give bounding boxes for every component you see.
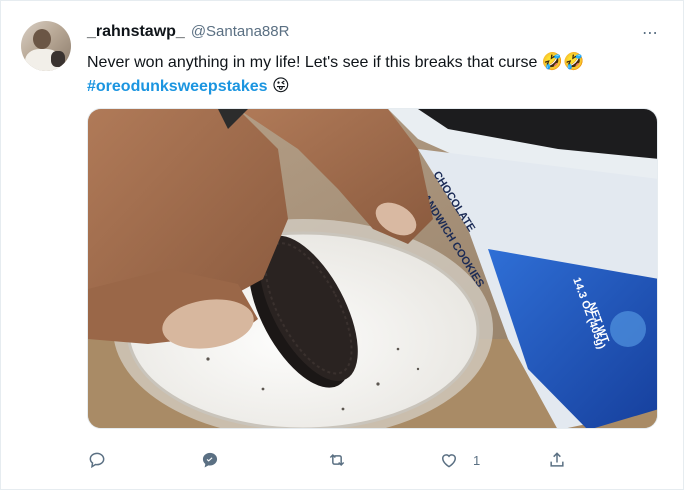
like-count: 1 xyxy=(473,452,481,468)
share-icon xyxy=(550,452,564,467)
tweet-header: _rahnstawp_ @Santana88R xyxy=(87,23,289,45)
quote-icon xyxy=(202,452,218,468)
tweet-text: Never won anything in my life! Let's see… xyxy=(87,50,657,98)
hashtag-link[interactable]: #oreodunksweepstakes xyxy=(87,78,268,95)
avatar[interactable] xyxy=(21,21,71,71)
like-icon xyxy=(441,454,457,468)
tweet-body: Never won anything in my life! Let's see… xyxy=(87,54,538,71)
quote-button[interactable] xyxy=(200,447,220,473)
display-name[interactable]: _rahnstawp_ xyxy=(87,23,185,41)
like-button[interactable]: 1 xyxy=(439,447,480,473)
avatar-object xyxy=(51,51,65,67)
tweet-card[interactable]: _rahnstawp_ @Santana88R ⋯ Never won anyt… xyxy=(0,0,684,490)
user-handle[interactable]: @Santana88R xyxy=(191,23,290,40)
avatar-head xyxy=(33,29,51,49)
more-options-icon[interactable]: ⋯ xyxy=(642,23,659,43)
share-button[interactable] xyxy=(547,447,567,473)
tweet-actions: 1 xyxy=(87,447,658,473)
rofl-emoji: 🤣🤣 xyxy=(541,52,585,71)
wink-tongue-emoji: 😜 xyxy=(271,76,290,95)
retweet-icon xyxy=(329,453,345,467)
reply-icon xyxy=(89,452,105,469)
retweet-button[interactable] xyxy=(327,447,347,473)
reply-button[interactable] xyxy=(87,447,107,473)
tweet-photo[interactable]: CHOCOLATE SANDWICH COOKIES NET WT 14.3 O… xyxy=(87,108,658,429)
oreo-dunk-photo: CHOCOLATE SANDWICH COOKIES NET WT 14.3 O… xyxy=(88,109,657,428)
